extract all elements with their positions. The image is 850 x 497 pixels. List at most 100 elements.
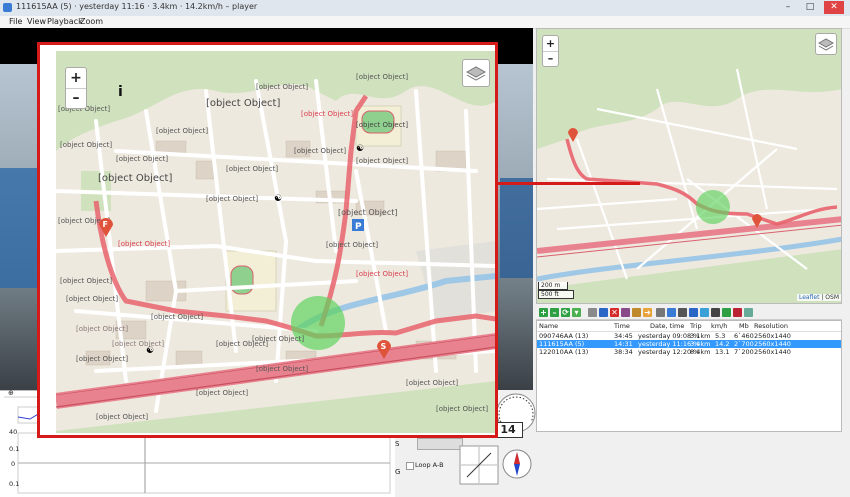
cell-trip: 3.1km (690, 332, 711, 340)
col-date[interactable]: Date, time (650, 322, 684, 330)
label-lane-265: [object Object] (76, 355, 128, 363)
loop-ab-checkbox[interactable] (406, 462, 414, 470)
menu-view[interactable]: View (27, 16, 46, 28)
label-kangning-3: [object Object] (206, 195, 258, 203)
label-street-65: [object Object] (326, 241, 378, 249)
leaflet-link[interactable]: Leaflet (799, 294, 819, 301)
settings-icon[interactable] (656, 308, 665, 317)
col-speed[interactable]: km/h (711, 322, 727, 330)
app-icon (3, 3, 12, 12)
label-kanghu-road: [object Object] (66, 295, 118, 303)
export-icon[interactable] (632, 308, 641, 317)
temple-icon: ☯ (146, 346, 154, 356)
scale-imperial: 500 ft (538, 290, 574, 299)
minimize-button[interactable]: – (778, 1, 798, 14)
layers-button[interactable] (462, 59, 490, 87)
cell-resolution: 2560x1440 (754, 348, 791, 356)
zoomed-map-inset[interactable]: [object Object] [object Object] [object … (37, 42, 498, 438)
title-bar: 111615AA (5) · yesterday 11:16 · 3.4km ·… (0, 0, 850, 17)
record-icon[interactable] (733, 308, 742, 317)
speed-axis-label: 40 (9, 428, 18, 436)
table-row[interactable]: 090746AA (13) 34:45 yesterday 09:08 % 3.… (537, 332, 841, 340)
label-wufen-street: [object Object] (252, 335, 304, 343)
overview-layers-button[interactable] (815, 33, 837, 55)
label-lane-75: [object Object] (116, 155, 168, 163)
overview-zoom-in-button[interactable]: + (543, 36, 558, 52)
layers-icon (817, 38, 835, 51)
youtube-icon[interactable] (722, 308, 731, 317)
label-donghu-junior-high: [object Object] (356, 121, 408, 129)
col-trip[interactable]: Trip (690, 322, 702, 330)
zoom-in-button[interactable]: + (66, 68, 86, 89)
delete-icon[interactable]: ✕ (610, 308, 619, 317)
label-chenggong-road: [object Object] (436, 405, 488, 413)
filter-icon[interactable]: ▾ (572, 308, 581, 317)
cell-trip: 8.4km (690, 348, 711, 356)
menu-zoom[interactable]: Zoom (80, 16, 103, 28)
map-attribution: Leaflet | OSM (797, 294, 841, 301)
label-highway: [object Object] (196, 389, 248, 397)
maximize-button[interactable]: □ (800, 1, 820, 14)
snapshot-icon[interactable] (678, 308, 687, 317)
label-wufen-street-2: [object Object] (256, 365, 308, 373)
save-icon[interactable] (621, 308, 630, 317)
inset-map[interactable]: [object Object] [object Object] [object … (56, 51, 495, 433)
label-wufen: [object Object] (98, 173, 172, 184)
remove-file-icon[interactable]: – (550, 308, 559, 317)
cell-size: 6`460 (734, 332, 754, 340)
menu-file[interactable]: File (9, 16, 22, 28)
g-sensor-dial (459, 445, 499, 485)
refresh-icon[interactable]: ⟳ (561, 308, 570, 317)
axis-g-label: G (395, 468, 401, 476)
cell-trip: 3.4km (690, 340, 711, 348)
graph-zoom-icon[interactable]: ⊕ (8, 389, 14, 397)
video-building (500, 178, 533, 278)
close-button[interactable]: ✕ (824, 1, 844, 14)
arrow-icon[interactable]: ➜ (643, 308, 652, 317)
menu-playback[interactable]: Playback (47, 16, 83, 28)
scale-metric: 200 m (538, 282, 568, 290)
overview-zoom-out-button[interactable]: – (543, 52, 558, 66)
table-row[interactable]: 122010AA (13) 38:34 yesterday 12:20 % 8.… (537, 348, 841, 356)
label-lekang-street: [object Object] (356, 270, 408, 278)
file-toolbar: + – ⟳ ▾ ✕ ➜ (536, 306, 842, 320)
video-icon[interactable] (700, 308, 709, 317)
col-resolution[interactable]: Resolution (754, 322, 788, 330)
zoom-out-button[interactable]: – (66, 89, 86, 108)
map-icon[interactable] (689, 308, 698, 317)
col-size[interactable]: Mb (739, 322, 749, 330)
cell-size: 2`700 (734, 340, 754, 348)
overview-map[interactable]: + – (536, 28, 842, 304)
copy-icon[interactable] (588, 308, 597, 317)
zoom-control: + – (65, 67, 87, 109)
label-donghu: [object Object] (206, 98, 280, 109)
table-row-selected[interactable]: 111615AA (5) 14:31 yesterday 11:16 % 3.4… (537, 340, 841, 348)
file-list: Name Time Date, time Trip km/h Mb Resolu… (536, 320, 842, 432)
cell-speed: 5.3 (715, 332, 726, 340)
label-jilin-street: [object Object] (406, 379, 458, 387)
label-lane-43: [object Object] (60, 141, 112, 149)
film-icon[interactable] (711, 308, 720, 317)
label-street-136: [object Object] (294, 147, 346, 155)
video-building (0, 168, 40, 288)
svg-text:F: F (103, 220, 108, 229)
cell-time: 14:31 (614, 340, 633, 348)
playback-buttons[interactable] (417, 438, 463, 450)
loop-ab-label: Loop A-B (415, 461, 444, 469)
label-street-131: [object Object] (356, 73, 408, 81)
col-time[interactable]: Time (614, 322, 630, 330)
info-icon[interactable] (744, 308, 753, 317)
label-pxmart: [object Object] (118, 240, 170, 248)
label-shehou: [object Object] (338, 208, 398, 217)
inset-map-canvas: [object Object] [object Object] [object … (56, 51, 495, 433)
folder-icon[interactable] (599, 308, 608, 317)
overview-map-canvas (537, 29, 841, 303)
add-file-icon[interactable]: + (539, 308, 548, 317)
gps-icon[interactable] (667, 308, 676, 317)
g-axis-label-bottom: 0.1 (9, 480, 20, 488)
temple-icon: ☯ (274, 194, 282, 204)
label-street-151: [object Object] (356, 157, 408, 165)
info-icon[interactable]: i (118, 84, 123, 100)
label-highway-viaduct: [object Object] (96, 413, 148, 421)
col-name[interactable]: Name (539, 322, 558, 330)
